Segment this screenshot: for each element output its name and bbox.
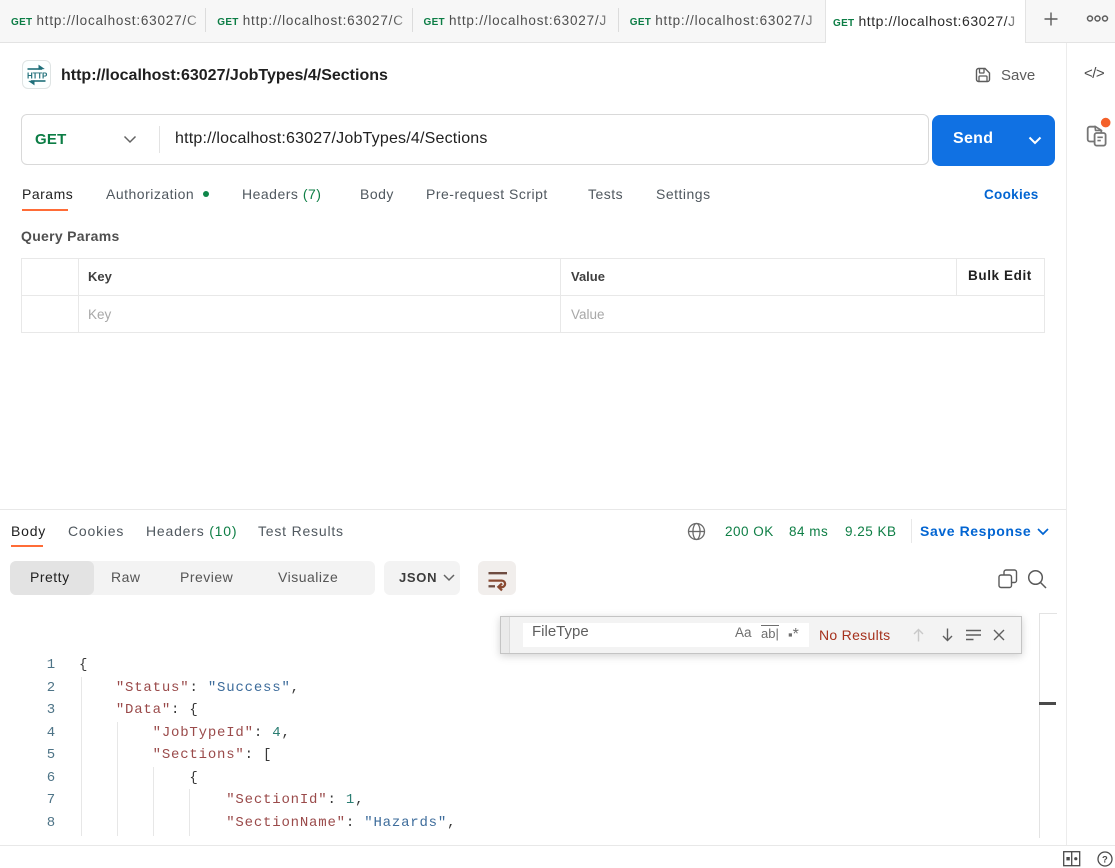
svg-text:?: ? (1102, 855, 1108, 866)
svg-text:HTTP: HTTP (27, 72, 48, 81)
